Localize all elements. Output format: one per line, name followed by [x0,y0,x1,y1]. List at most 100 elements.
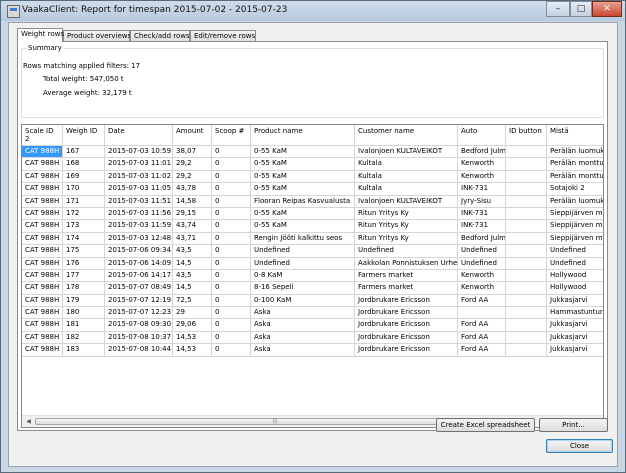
amount-cell[interactable]: 29,2 [173,158,212,171]
scale-id-cell[interactable]: CAT 988H [22,158,63,171]
amount-cell[interactable]: 29,06 [173,319,212,332]
id-button-cell[interactable] [506,207,547,221]
table-row[interactable]: CAT 988H1762015-07-06 14:09:0014,50Undef… [22,257,603,270]
mista-cell[interactable]: Perälän luomukomposti [547,146,603,159]
table-row[interactable]: CAT 988H1672015-07-03 10:59:0038,0700-55… [22,146,603,159]
date-cell[interactable]: 2015-07-03 11:56:00 [105,207,173,221]
auto-cell[interactable]: INK-731 [458,183,506,196]
auto-cell[interactable]: Ford AA [458,344,506,357]
col-date-header[interactable]: Date [105,125,173,145]
col-weigh-id-header[interactable]: Weigh ID [63,125,105,145]
product-name-cell[interactable]: 0-55 KaM [251,207,355,221]
auto-cell[interactable]: Bedford Julma [458,146,506,159]
close-button[interactable]: Close [546,439,613,453]
id-button-cell[interactable] [506,158,547,171]
date-cell[interactable]: 2015-07-06 09:34:00 [105,245,173,258]
close-window-button[interactable]: ✕ [592,1,622,17]
auto-cell[interactable]: Ford AA [458,294,506,308]
table-row[interactable]: CAT 988H1752015-07-06 09:34:0043,50Undef… [22,245,603,258]
scoop-cell[interactable]: 0 [212,245,251,258]
customer-name-cell[interactable]: Kultala [355,170,458,184]
product-name-cell[interactable]: 0-8 KaM [251,269,355,283]
auto-cell[interactable]: Kenworth [458,170,506,184]
weigh-id-cell[interactable]: 167 [63,146,105,159]
col-id-button-header[interactable]: ID button [506,125,547,145]
date-cell[interactable]: 2015-07-03 11:59:00 [105,220,173,233]
date-cell[interactable]: 2015-07-03 11:02:00 [105,170,173,184]
scale-id-cell[interactable]: CAT 988H [22,232,63,246]
weigh-id-cell[interactable]: 168 [63,158,105,171]
scoop-cell[interactable]: 0 [212,307,251,320]
mista-cell[interactable]: Sotajoki 2 [547,183,603,196]
id-button-cell[interactable] [506,245,547,258]
weigh-id-cell[interactable]: 169 [63,170,105,184]
print-button[interactable]: Print... [539,418,608,432]
date-cell[interactable]: 2015-07-08 09:30:00 [105,319,173,332]
table-row[interactable]: CAT 988H1712015-07-03 11:51:0014,580Floo… [22,195,603,208]
mista-cell[interactable]: Perälän luomukomposti [547,196,603,208]
date-cell[interactable]: 2015-07-03 10:59:00 [105,146,173,159]
mista-cell[interactable]: Jukkasjarvi [547,344,603,357]
scoop-cell[interactable]: 0 [212,207,251,221]
col-amount-header[interactable]: Amount [173,125,212,145]
date-cell[interactable]: 2015-07-06 14:17:00 [105,269,173,283]
id-button-cell[interactable] [506,282,547,295]
scale-id-cell[interactable]: CAT 988H [22,195,63,208]
auto-cell[interactable] [458,307,506,320]
scoop-cell[interactable]: 0 [212,269,251,283]
date-cell[interactable]: 2015-07-06 14:09:00 [105,257,173,270]
table-row[interactable]: CAT 988H1792015-07-07 12:19:0072,500-100… [22,294,603,308]
scoop-cell[interactable]: 0 [212,158,251,171]
scoop-cell[interactable]: 0 [212,344,251,357]
table-row[interactable]: CAT 988H1812015-07-08 09:30:0029,060Aska… [22,319,603,332]
table-row[interactable]: CAT 988H1732015-07-03 11:59:0043,7400-55… [22,220,603,233]
customer-name-cell[interactable]: Jordbrukare Ericsson [355,344,458,357]
amount-cell[interactable]: 29,15 [173,207,212,221]
weigh-id-cell[interactable]: 170 [63,183,105,196]
date-cell[interactable]: 2015-07-07 12:19:00 [105,294,173,308]
id-button-cell[interactable] [506,220,547,233]
customer-name-cell[interactable]: Jordbrukare Ericsson [355,331,458,345]
weigh-id-cell[interactable]: 182 [63,331,105,345]
table-row[interactable]: CAT 988H1822015-07-08 10:37:0014,530Aska… [22,331,603,345]
customer-name-cell[interactable]: Kultala [355,183,458,196]
scale-id-cell[interactable]: CAT 988H [22,146,63,159]
id-button-cell[interactable] [506,170,547,184]
tab-weight-rows[interactable]: Weight rows [17,28,64,42]
product-name-cell[interactable]: 0-55 KaM [251,146,355,159]
customer-name-cell[interactable]: Aakkolan Ponnistuksen Urheilijat [355,257,458,270]
weigh-id-cell[interactable]: 173 [63,220,105,233]
product-name-cell[interactable]: Flooran Reipas Kasvualusta [251,195,355,208]
scoop-cell[interactable]: 0 [212,146,251,159]
weigh-id-cell[interactable]: 176 [63,257,105,270]
scroll-left-icon[interactable]: ◀ [23,416,34,427]
product-name-cell[interactable]: 8-16 Sepeli [251,282,355,295]
id-button-cell[interactable] [506,195,547,208]
auto-cell[interactable]: INK-731 [458,220,506,233]
mista-cell[interactable]: Undefined [547,258,603,270]
weigh-id-cell[interactable]: 180 [63,307,105,320]
amount-cell[interactable]: 14,53 [173,331,212,345]
id-button-cell[interactable] [506,269,547,283]
scoop-cell[interactable]: 0 [212,183,251,196]
customer-name-cell[interactable]: Undefined [355,245,458,258]
scoop-cell[interactable]: 0 [212,170,251,184]
product-name-cell[interactable]: Aska [251,331,355,345]
scale-id-cell[interactable]: CAT 988H [22,183,63,196]
auto-cell[interactable]: Kenworth [458,158,506,171]
product-name-cell[interactable]: Undefined [251,245,355,258]
product-name-cell[interactable]: 0-55 KaM [251,170,355,184]
product-name-cell[interactable]: Aska [251,344,355,357]
scale-id-cell[interactable]: CAT 988H [22,207,63,221]
table-row[interactable]: CAT 988H1832015-07-08 10:44:0014,530Aska… [22,344,603,357]
customer-name-cell[interactable]: Ritun Yritys Ky [355,220,458,233]
amount-cell[interactable]: 43,78 [173,183,212,196]
scale-id-cell[interactable]: CAT 988H [22,344,63,357]
id-button-cell[interactable] [506,344,547,357]
auto-cell[interactable]: INK-731 [458,207,506,221]
amount-cell[interactable]: 29,2 [173,170,212,184]
product-name-cell[interactable]: Aska [251,319,355,332]
col-scoop-header[interactable]: Scoop # [212,125,251,145]
amount-cell[interactable]: 14,53 [173,344,212,357]
scoop-cell[interactable]: 0 [212,257,251,270]
